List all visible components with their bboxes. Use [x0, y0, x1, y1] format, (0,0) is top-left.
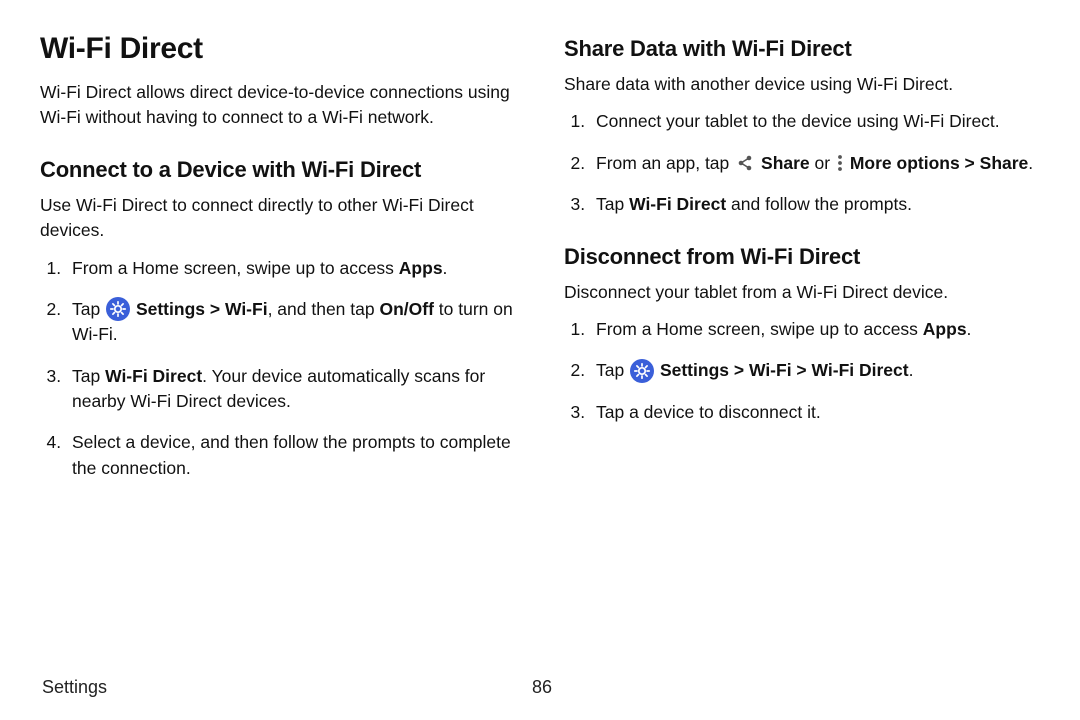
share-heading: Share Data with Wi-Fi Direct — [564, 36, 1040, 62]
share-steps: Connect your tablet to the device using … — [564, 109, 1040, 217]
connect-step-1: From a Home screen, swipe up to access A… — [66, 256, 516, 281]
disconnect-intro: Disconnect your tablet from a Wi-Fi Dire… — [564, 280, 1040, 305]
connect-step-2: Tap Settings > Wi-Fi, and then tap On/Of… — [66, 297, 516, 348]
left-column: Wi-Fi Direct Wi-Fi Direct allows direct … — [40, 32, 516, 497]
connect-step-3: Tap Wi-Fi Direct. Your device automatica… — [66, 364, 516, 415]
share-step-1: Connect your tablet to the device using … — [590, 109, 1040, 134]
page-number: 86 — [532, 677, 552, 698]
connect-steps: From a Home screen, swipe up to access A… — [40, 256, 516, 482]
page-title: Wi-Fi Direct — [40, 32, 516, 66]
disconnect-step-3: Tap a device to disconnect it. — [590, 400, 1040, 425]
disconnect-heading: Disconnect from Wi-Fi Direct — [564, 244, 1040, 270]
disconnect-steps: From a Home screen, swipe up to access A… — [564, 317, 1040, 425]
share-step-2: From an app, tap Share or More options >… — [590, 151, 1040, 176]
more-options-icon — [836, 153, 844, 173]
content-columns: Wi-Fi Direct Wi-Fi Direct allows direct … — [40, 32, 1040, 497]
right-column: Share Data with Wi-Fi Direct Share data … — [564, 32, 1040, 497]
footer-section: Settings — [42, 677, 107, 697]
share-step-3: Tap Wi-Fi Direct and follow the prompts. — [590, 192, 1040, 217]
page-footer: Settings 86 — [42, 677, 1042, 698]
connect-heading: Connect to a Device with Wi-Fi Direct — [40, 157, 516, 183]
connect-intro: Use Wi-Fi Direct to connect directly to … — [40, 193, 516, 244]
disconnect-step-1: From a Home screen, swipe up to access A… — [590, 317, 1040, 342]
share-intro: Share data with another device using Wi-… — [564, 72, 1040, 97]
connect-step-4: Select a device, and then follow the pro… — [66, 430, 516, 481]
settings-icon — [630, 359, 654, 383]
disconnect-step-2: Tap Settings > Wi-Fi > Wi-Fi Direct. — [590, 358, 1040, 383]
intro-paragraph: Wi-Fi Direct allows direct device-to-dev… — [40, 80, 516, 131]
settings-icon — [106, 297, 130, 321]
share-icon — [735, 153, 755, 173]
